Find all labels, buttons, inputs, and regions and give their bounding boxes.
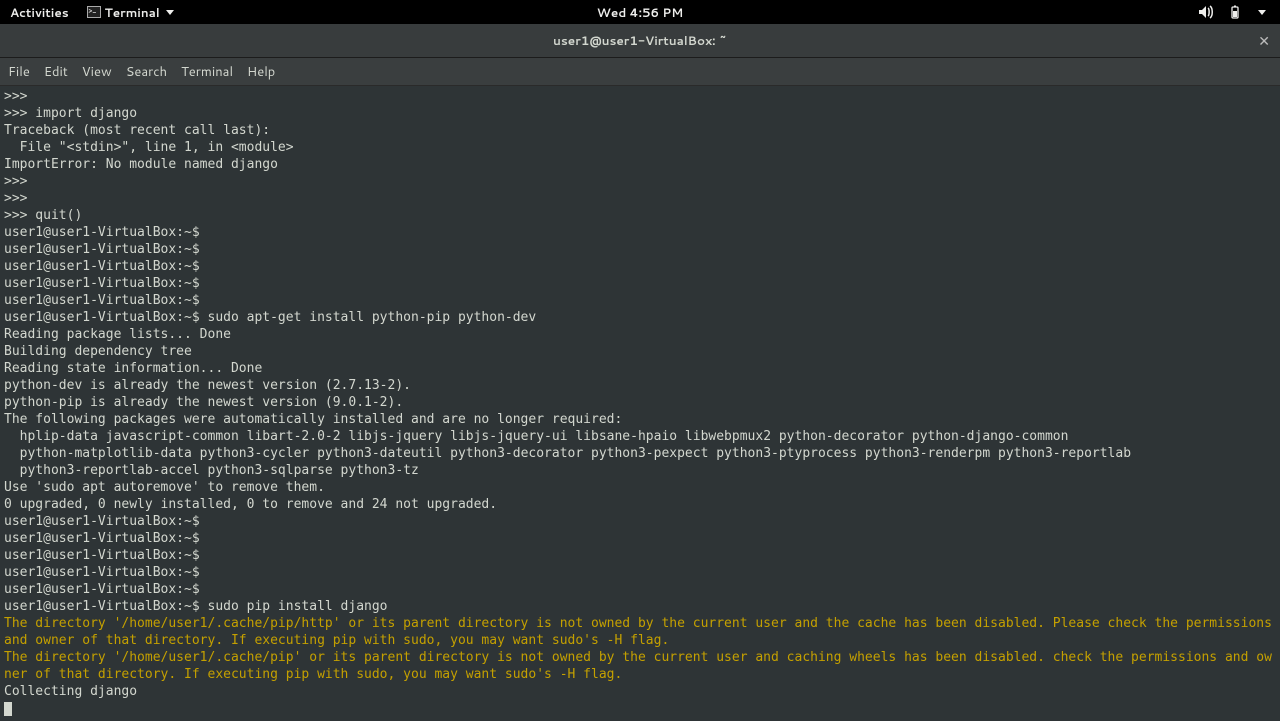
- terminal-line: user1@user1-VirtualBox:~$: [4, 547, 1276, 564]
- menu-edit[interactable]: Edit: [44, 63, 68, 81]
- battery-icon[interactable]: [1228, 5, 1242, 19]
- menu-view[interactable]: View: [82, 63, 112, 81]
- terminal-line: Collecting django: [4, 683, 1276, 700]
- terminal-line: user1@user1-VirtualBox:~$ sudo pip insta…: [4, 598, 1276, 615]
- app-menu-label: Terminal: [105, 4, 160, 21]
- terminal-line: 0 upgraded, 0 newly installed, 0 to remo…: [4, 496, 1276, 513]
- terminal-line: hplip-data javascript-common libart-2.0-…: [4, 428, 1276, 445]
- terminal-icon: [87, 6, 101, 18]
- terminal-line: Use 'sudo apt autoremove' to remove them…: [4, 479, 1276, 496]
- activities-button[interactable]: Activities: [10, 4, 69, 21]
- terminal-line: python-pip is already the newest version…: [4, 394, 1276, 411]
- window-titlebar[interactable]: user1@user1-VirtualBox: ~ ✕: [0, 24, 1280, 58]
- terminal-line: user1@user1-VirtualBox:~$: [4, 581, 1276, 598]
- terminal-line: >>>: [4, 190, 1276, 207]
- terminal-line: user1@user1-VirtualBox:~$ sudo apt-get i…: [4, 309, 1276, 326]
- terminal-line: Reading state information... Done: [4, 360, 1276, 377]
- gnome-topbar: Activities Terminal Wed 4:56 PM: [0, 0, 1280, 24]
- terminal-line: ImportError: No module named django: [4, 156, 1276, 173]
- system-menu-chevron-icon[interactable]: [1258, 10, 1266, 15]
- terminal-line: user1@user1-VirtualBox:~$: [4, 258, 1276, 275]
- terminal-line: >>>: [4, 173, 1276, 190]
- terminal-line: python3-reportlab-accel python3-sqlparse…: [4, 462, 1276, 479]
- menubar: File Edit View Search Terminal Help: [0, 58, 1280, 86]
- terminal-line: user1@user1-VirtualBox:~$: [4, 564, 1276, 581]
- terminal-line: user1@user1-VirtualBox:~$: [4, 513, 1276, 530]
- terminal-line: user1@user1-VirtualBox:~$: [4, 275, 1276, 292]
- menu-file[interactable]: File: [8, 63, 30, 81]
- terminal-line: >>> import django: [4, 105, 1276, 122]
- terminal-line: user1@user1-VirtualBox:~$: [4, 530, 1276, 547]
- terminal-line: The directory '/home/user1/.cache/pip' o…: [4, 649, 1276, 683]
- terminal-line: Building dependency tree: [4, 343, 1276, 360]
- terminal-line: The directory '/home/user1/.cache/pip/ht…: [4, 615, 1276, 649]
- menu-search[interactable]: Search: [126, 63, 167, 81]
- terminal-line: user1@user1-VirtualBox:~$: [4, 292, 1276, 309]
- menu-terminal[interactable]: Terminal: [181, 63, 233, 81]
- terminal-line: >>> quit(): [4, 207, 1276, 224]
- app-menu[interactable]: Terminal: [87, 4, 174, 21]
- menu-help[interactable]: Help: [247, 63, 275, 81]
- terminal-line: user1@user1-VirtualBox:~$: [4, 241, 1276, 258]
- window-title: user1@user1-VirtualBox: ~: [553, 32, 727, 49]
- terminal-line: The following packages were automaticall…: [4, 411, 1276, 428]
- terminal-line: python-matplotlib-data python3-cycler py…: [4, 445, 1276, 462]
- terminal-line: File "<stdin>", line 1, in <module>: [4, 139, 1276, 156]
- volume-icon[interactable]: [1198, 5, 1214, 19]
- close-button[interactable]: ✕: [1258, 34, 1270, 48]
- chevron-down-icon: [166, 10, 174, 15]
- terminal-line: Reading package lists... Done: [4, 326, 1276, 343]
- terminal-line: Traceback (most recent call last):: [4, 122, 1276, 139]
- terminal-line: >>>: [4, 88, 1276, 105]
- cursor-icon: [4, 702, 12, 716]
- terminal-line: user1@user1-VirtualBox:~$: [4, 224, 1276, 241]
- terminal-output[interactable]: >>> >>> import djangoTraceback (most rec…: [0, 86, 1280, 721]
- terminal-cursor-line: [4, 700, 1276, 717]
- clock[interactable]: Wed 4:56 PM: [597, 4, 683, 21]
- terminal-line: python-dev is already the newest version…: [4, 377, 1276, 394]
